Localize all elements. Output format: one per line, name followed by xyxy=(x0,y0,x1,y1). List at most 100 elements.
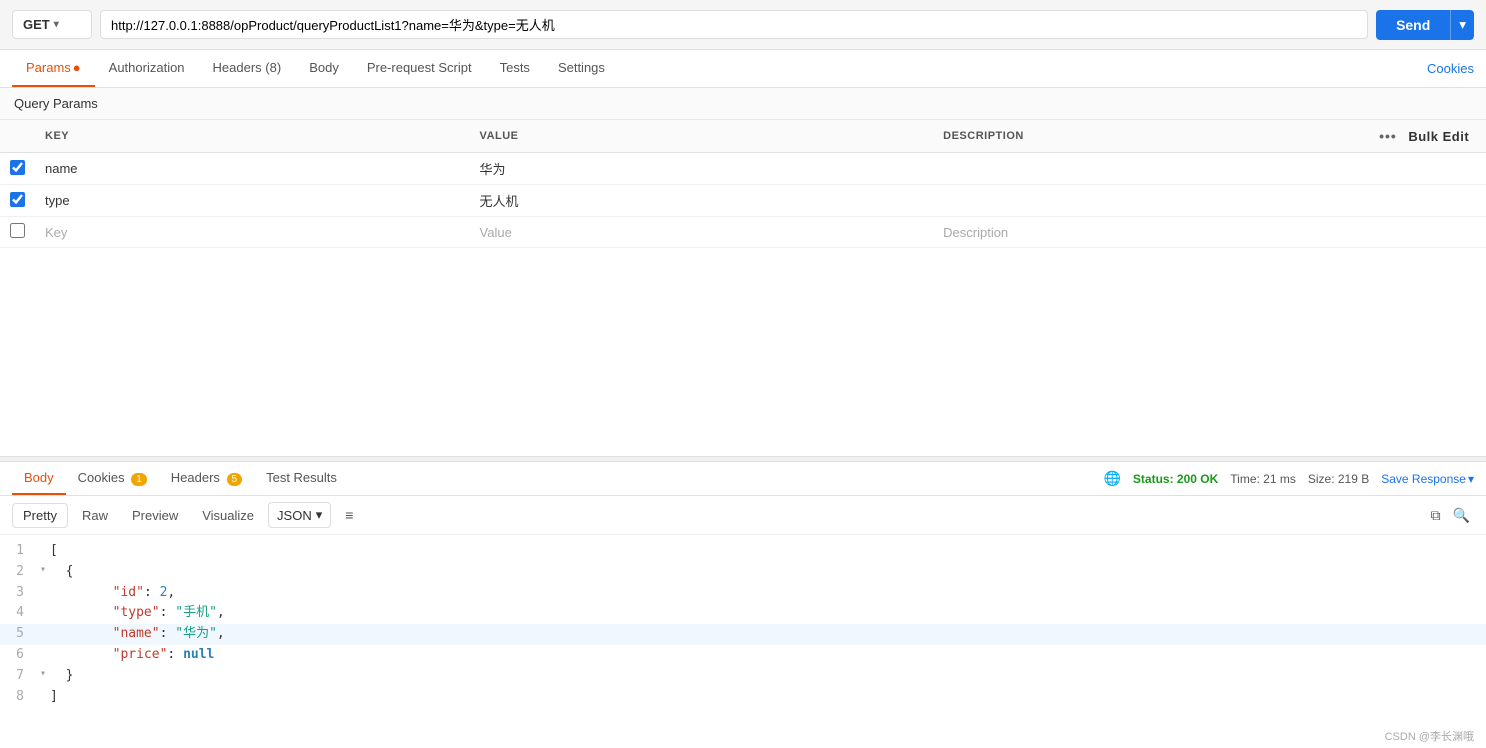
placeholder-key[interactable]: Key xyxy=(35,217,470,248)
row2-description[interactable] xyxy=(933,185,1369,217)
cookies-link[interactable]: Cookies xyxy=(1427,51,1474,86)
placeholder-checkbox[interactable] xyxy=(10,223,25,238)
params-table: KEY VALUE DESCRIPTION ••• Bulk Edit name… xyxy=(0,120,1486,248)
row1-checkbox[interactable] xyxy=(10,160,25,175)
code-line-1: 1 [ xyxy=(0,541,1486,562)
method-chevron-icon: ▾ xyxy=(54,19,59,30)
code-line-4: 4 "type": "手机", xyxy=(0,603,1486,624)
row2-value[interactable]: 无人机 xyxy=(470,185,934,217)
response-size: Size: 219 B xyxy=(1308,472,1369,486)
resp-tab-cookies[interactable]: Cookies 1 xyxy=(66,462,159,495)
bulk-edit-button[interactable]: Bulk Edit xyxy=(1408,129,1469,144)
fmt-tab-visualize[interactable]: Visualize xyxy=(192,504,264,527)
line-content-1: [ xyxy=(50,541,1486,562)
fmt-tab-raw[interactable]: Raw xyxy=(72,504,118,527)
line-num-3: 3 xyxy=(0,583,36,604)
fmt-tab-preview[interactable]: Preview xyxy=(122,504,188,527)
method-select[interactable]: GET ▾ xyxy=(12,10,92,39)
th-value: VALUE xyxy=(470,120,934,153)
row1-actions xyxy=(1369,153,1486,185)
placeholder-actions xyxy=(1369,217,1486,248)
line-content-5: "name": "华为", xyxy=(50,624,1486,645)
row2-checkbox[interactable] xyxy=(10,192,25,207)
request-tabs: Params● Authorization Headers (8) Body P… xyxy=(0,50,1486,88)
watermark: CSDN @李长渊哦 xyxy=(0,724,1486,748)
code-area: 1 [ 2 ▾ { 3 "id": 2, 4 "type": "手机", 5 "… xyxy=(0,535,1486,724)
code-line-5: 5 "name": "华为", xyxy=(0,624,1486,645)
format-bar: Pretty Raw Preview Visualize JSON ▾ ≡ ⧉ … xyxy=(0,496,1486,535)
tab-settings[interactable]: Settings xyxy=(544,50,619,87)
row2-key[interactable]: type xyxy=(35,185,470,217)
fold-arrow-2[interactable]: ▾ xyxy=(36,562,50,583)
fold-arrow-7[interactable]: ▾ xyxy=(36,666,50,687)
tab-params[interactable]: Params● xyxy=(12,50,95,87)
format-select[interactable]: JSON ▾ xyxy=(268,502,331,528)
fold-arrow-5 xyxy=(36,624,50,645)
line-num-4: 4 xyxy=(0,603,36,624)
save-response-button[interactable]: Save Response ▾ xyxy=(1381,472,1474,486)
code-line-3: 3 "id": 2, xyxy=(0,583,1486,604)
th-description: DESCRIPTION xyxy=(933,120,1369,153)
tab-body[interactable]: Body xyxy=(295,50,353,87)
url-bar: GET ▾ Send ▾ xyxy=(0,0,1486,50)
headers-badge: 5 xyxy=(227,473,243,486)
format-chevron-icon: ▾ xyxy=(316,507,323,523)
tab-headers[interactable]: Headers (8) xyxy=(199,50,296,87)
row2-checkbox-cell xyxy=(0,185,35,217)
url-input[interactable] xyxy=(100,10,1368,39)
resp-tab-headers[interactable]: Headers 5 xyxy=(159,462,254,495)
fold-arrow-8 xyxy=(36,687,50,708)
line-num-1: 1 xyxy=(0,541,36,562)
line-content-4: "type": "手机", xyxy=(50,603,1486,624)
params-section: Query Params KEY VALUE DESCRIPTION ••• B… xyxy=(0,88,1486,456)
fold-arrow-3 xyxy=(36,583,50,604)
code-line-6: 6 "price": null xyxy=(0,645,1486,666)
format-label: JSON xyxy=(277,508,312,523)
tab-authorization[interactable]: Authorization xyxy=(95,50,199,87)
more-icon[interactable]: ••• xyxy=(1379,128,1397,144)
th-actions: ••• Bulk Edit xyxy=(1369,120,1486,153)
send-button-group: Send ▾ xyxy=(1376,10,1474,40)
save-response-label: Save Response xyxy=(1381,472,1466,486)
send-button[interactable]: Send xyxy=(1376,10,1450,40)
line-content-2: { xyxy=(50,562,1486,583)
line-num-7: 7 xyxy=(0,666,36,687)
resp-tab-body[interactable]: Body xyxy=(12,462,66,495)
code-line-7: 7 ▾ } xyxy=(0,666,1486,687)
fmt-tab-pretty[interactable]: Pretty xyxy=(12,503,68,528)
tab-pre-request[interactable]: Pre-request Script xyxy=(353,50,486,87)
line-content-6: "price": null xyxy=(50,645,1486,666)
tab-tests[interactable]: Tests xyxy=(486,50,544,87)
fold-arrow-1 xyxy=(36,541,50,562)
query-params-title: Query Params xyxy=(0,88,1486,120)
fold-arrow-4 xyxy=(36,603,50,624)
line-content-7: } xyxy=(50,666,1486,687)
line-num-2: 2 xyxy=(0,562,36,583)
placeholder-value[interactable]: Value xyxy=(470,217,934,248)
send-dropdown-button[interactable]: ▾ xyxy=(1450,10,1474,40)
th-checkbox xyxy=(0,120,35,153)
placeholder-description[interactable]: Description xyxy=(933,217,1369,248)
cookies-badge: 1 xyxy=(131,473,147,486)
row1-description[interactable] xyxy=(933,153,1369,185)
row1-value[interactable]: 华为 xyxy=(470,153,934,185)
code-line-8: 8 ] xyxy=(0,687,1486,708)
code-line-2: 2 ▾ { xyxy=(0,562,1486,583)
copy-icon[interactable]: ⧉ xyxy=(1427,503,1445,528)
method-label: GET xyxy=(23,17,50,32)
resp-tab-test-results[interactable]: Test Results xyxy=(254,462,349,495)
status-text: Status: 200 OK xyxy=(1133,472,1218,486)
line-num-6: 6 xyxy=(0,645,36,666)
line-num-5: 5 xyxy=(0,624,36,645)
response-tabs-bar: Body Cookies 1 Headers 5 Test Results 🌐 … xyxy=(0,462,1486,496)
row1-key[interactable]: name xyxy=(35,153,470,185)
table-row: type 无人机 xyxy=(0,185,1486,217)
response-section: Body Cookies 1 Headers 5 Test Results 🌐 … xyxy=(0,462,1486,724)
response-status: 🌐 Status: 200 OK Time: 21 ms Size: 219 B… xyxy=(1103,470,1474,487)
placeholder-checkbox-cell xyxy=(0,217,35,248)
table-row: name 华为 xyxy=(0,153,1486,185)
th-key: KEY xyxy=(35,120,470,153)
globe-icon: 🌐 xyxy=(1103,470,1120,487)
search-icon[interactable]: 🔍 xyxy=(1449,503,1474,528)
wrap-icon[interactable]: ≡ xyxy=(339,503,359,527)
